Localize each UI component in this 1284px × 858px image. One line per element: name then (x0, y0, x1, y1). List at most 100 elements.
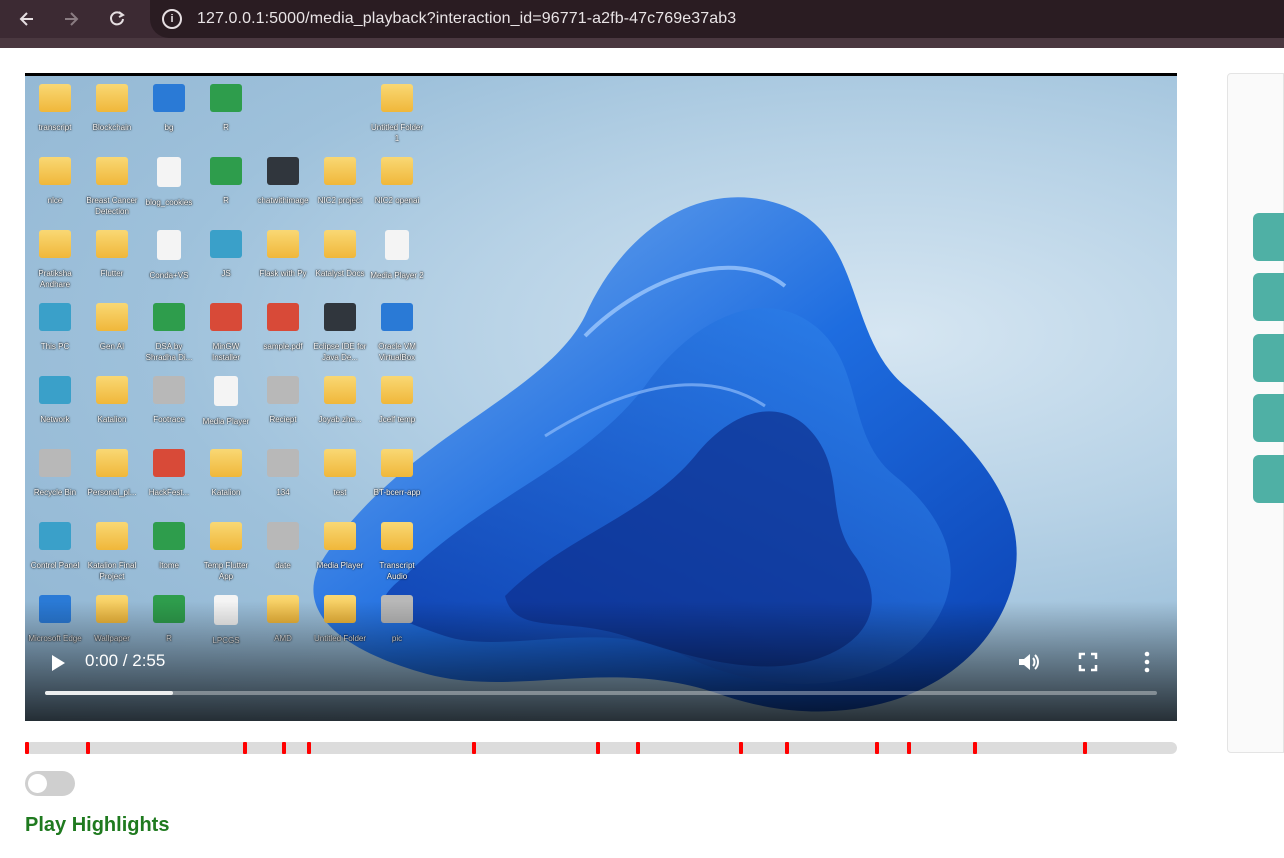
desktop-icon: Media Player (198, 376, 254, 427)
desktop-icon-label: Personal_pl... (87, 488, 137, 497)
highlight-marker[interactable] (25, 742, 29, 754)
desktop-icon-label: Blockchain (92, 123, 132, 132)
time-display: 0:00 / 2:55 (85, 651, 166, 670)
desktop-icon: Itome (141, 522, 197, 571)
folder-icon (39, 84, 71, 112)
desktop-icon-label: Eclipse IDE for Java De... (313, 342, 367, 362)
folder-icon (381, 84, 413, 112)
folder-icon (39, 157, 71, 185)
desktop-icon-label: HackFest... (148, 488, 190, 497)
desktop-icon-label: Transcript Audio (379, 561, 415, 581)
fullscreen-icon[interactable] (1077, 651, 1099, 673)
desktop-icon: Flutter (84, 230, 140, 279)
highlight-marker[interactable] (635, 742, 640, 754)
highlight-marker[interactable] (1083, 742, 1088, 754)
side-panel-button[interactable] (1253, 273, 1284, 321)
desktop-icon: Eclipse IDE for Java De... (312, 303, 368, 363)
reload-icon[interactable] (102, 4, 132, 34)
desktop-icon: Media Player 2 (369, 230, 425, 281)
desktop-icon: Joyab zhe... (312, 376, 368, 425)
desktop-icon: Katalion (198, 449, 254, 498)
play-icon[interactable] (45, 651, 69, 675)
document-icon (385, 230, 409, 260)
folder-icon (324, 230, 356, 258)
highlight-marker[interactable] (973, 742, 978, 754)
desktop-icon: Katalion (84, 376, 140, 425)
highlight-marker[interactable] (874, 742, 879, 754)
desktop-icon-label: Pratiksha Andhare (38, 269, 72, 289)
controls-overlay (25, 601, 1177, 721)
folder-icon (96, 230, 128, 258)
desktop-icon: NIC2 project (312, 157, 368, 206)
desktop-icon-label: JS (221, 269, 231, 278)
desktop-icon-label: This PC (40, 342, 70, 351)
desktop-icon: 134 (255, 449, 311, 498)
desktop-icon: HackFest... (141, 449, 197, 498)
forward-arrow-icon[interactable] (56, 4, 86, 34)
side-panel-button[interactable] (1253, 455, 1284, 503)
desktop-icon-label: Conda+VS (149, 271, 189, 280)
desktop-icon-label: blog_cookies (145, 198, 193, 207)
folder-icon (39, 230, 71, 258)
volume-icon[interactable] (1015, 649, 1041, 675)
side-panel-button[interactable] (1253, 213, 1284, 261)
app-icon (381, 303, 413, 331)
highlight-marker[interactable] (243, 742, 248, 754)
highlight-marker[interactable] (595, 742, 600, 754)
desktop-icon: Conda+VS (141, 230, 197, 281)
desktop-icon: R (198, 157, 254, 206)
app-icon (39, 449, 71, 477)
browser-toolbar: i 127.0.0.1:5000/media_playback?interact… (0, 0, 1284, 48)
desktop-icon-label: MinGW Installer (211, 342, 240, 362)
desktop-icon: blog_cookies (141, 157, 197, 208)
video-seek-bar[interactable] (45, 691, 1157, 695)
highlight-marker[interactable] (739, 742, 744, 754)
app-icon (210, 157, 242, 185)
desktop-icon-label: Itome (158, 561, 179, 570)
highlight-marker[interactable] (784, 742, 789, 754)
desktop-icon: Media Player (312, 522, 368, 571)
desktop-icon: transcript (27, 84, 83, 133)
desktop-icon: chatwithimage (255, 157, 311, 206)
app-icon (267, 157, 299, 185)
desktop-icon-label: Reciept (269, 415, 297, 424)
highlight-marker[interactable] (906, 742, 911, 754)
folder-icon (96, 376, 128, 404)
desktop-icon: bg (141, 84, 197, 133)
highlight-marker[interactable] (307, 742, 312, 754)
desktop-icon-label: nlce (47, 196, 63, 205)
video-player[interactable]: transcript Blockchain bg R Untitled Folder 1… (25, 73, 1177, 721)
app-icon (153, 449, 185, 477)
info-icon[interactable]: i (162, 9, 182, 29)
highlight-marker[interactable] (282, 742, 287, 754)
folder-icon (210, 449, 242, 477)
play-highlights-label: Play Highlights (25, 814, 170, 836)
back-arrow-icon[interactable] (12, 4, 42, 34)
more-vertical-icon[interactable] (1137, 649, 1157, 675)
address-bar[interactable]: i 127.0.0.1:5000/media_playback?interact… (150, 0, 1284, 38)
desktop-icon-label: Katalion Final Project (87, 561, 137, 581)
desktop-icon: Katalion Final Project (84, 522, 140, 582)
desktop-icon: Network (27, 376, 83, 425)
highlights-timeline[interactable] (25, 742, 1177, 754)
app-icon (324, 303, 356, 331)
desktop-icon: Control Panel (27, 522, 83, 571)
highlight-marker[interactable] (471, 742, 476, 754)
desktop-icon-label: Flutter (100, 269, 124, 278)
side-panel-button[interactable] (1253, 394, 1284, 442)
app-icon (267, 449, 299, 477)
side-panel-button[interactable] (1253, 334, 1284, 382)
document-icon (157, 157, 181, 187)
folder-icon (381, 376, 413, 404)
folder-icon (324, 157, 356, 185)
desktop-icon: R (198, 84, 254, 133)
desktop-icon-label: Temp Flutter App (203, 561, 249, 581)
desktop-icon-label: Media Player (316, 561, 364, 570)
desktop-icon-label: NIC2 project (317, 196, 363, 205)
desktop-icon-label: 134 (276, 488, 290, 497)
highlight-marker[interactable] (85, 742, 90, 754)
desktop-icon: Gen AI (84, 303, 140, 352)
highlights-toggle[interactable] (25, 771, 75, 796)
app-icon (267, 303, 299, 331)
desktop-icon-label: Flask with Py (259, 269, 307, 278)
